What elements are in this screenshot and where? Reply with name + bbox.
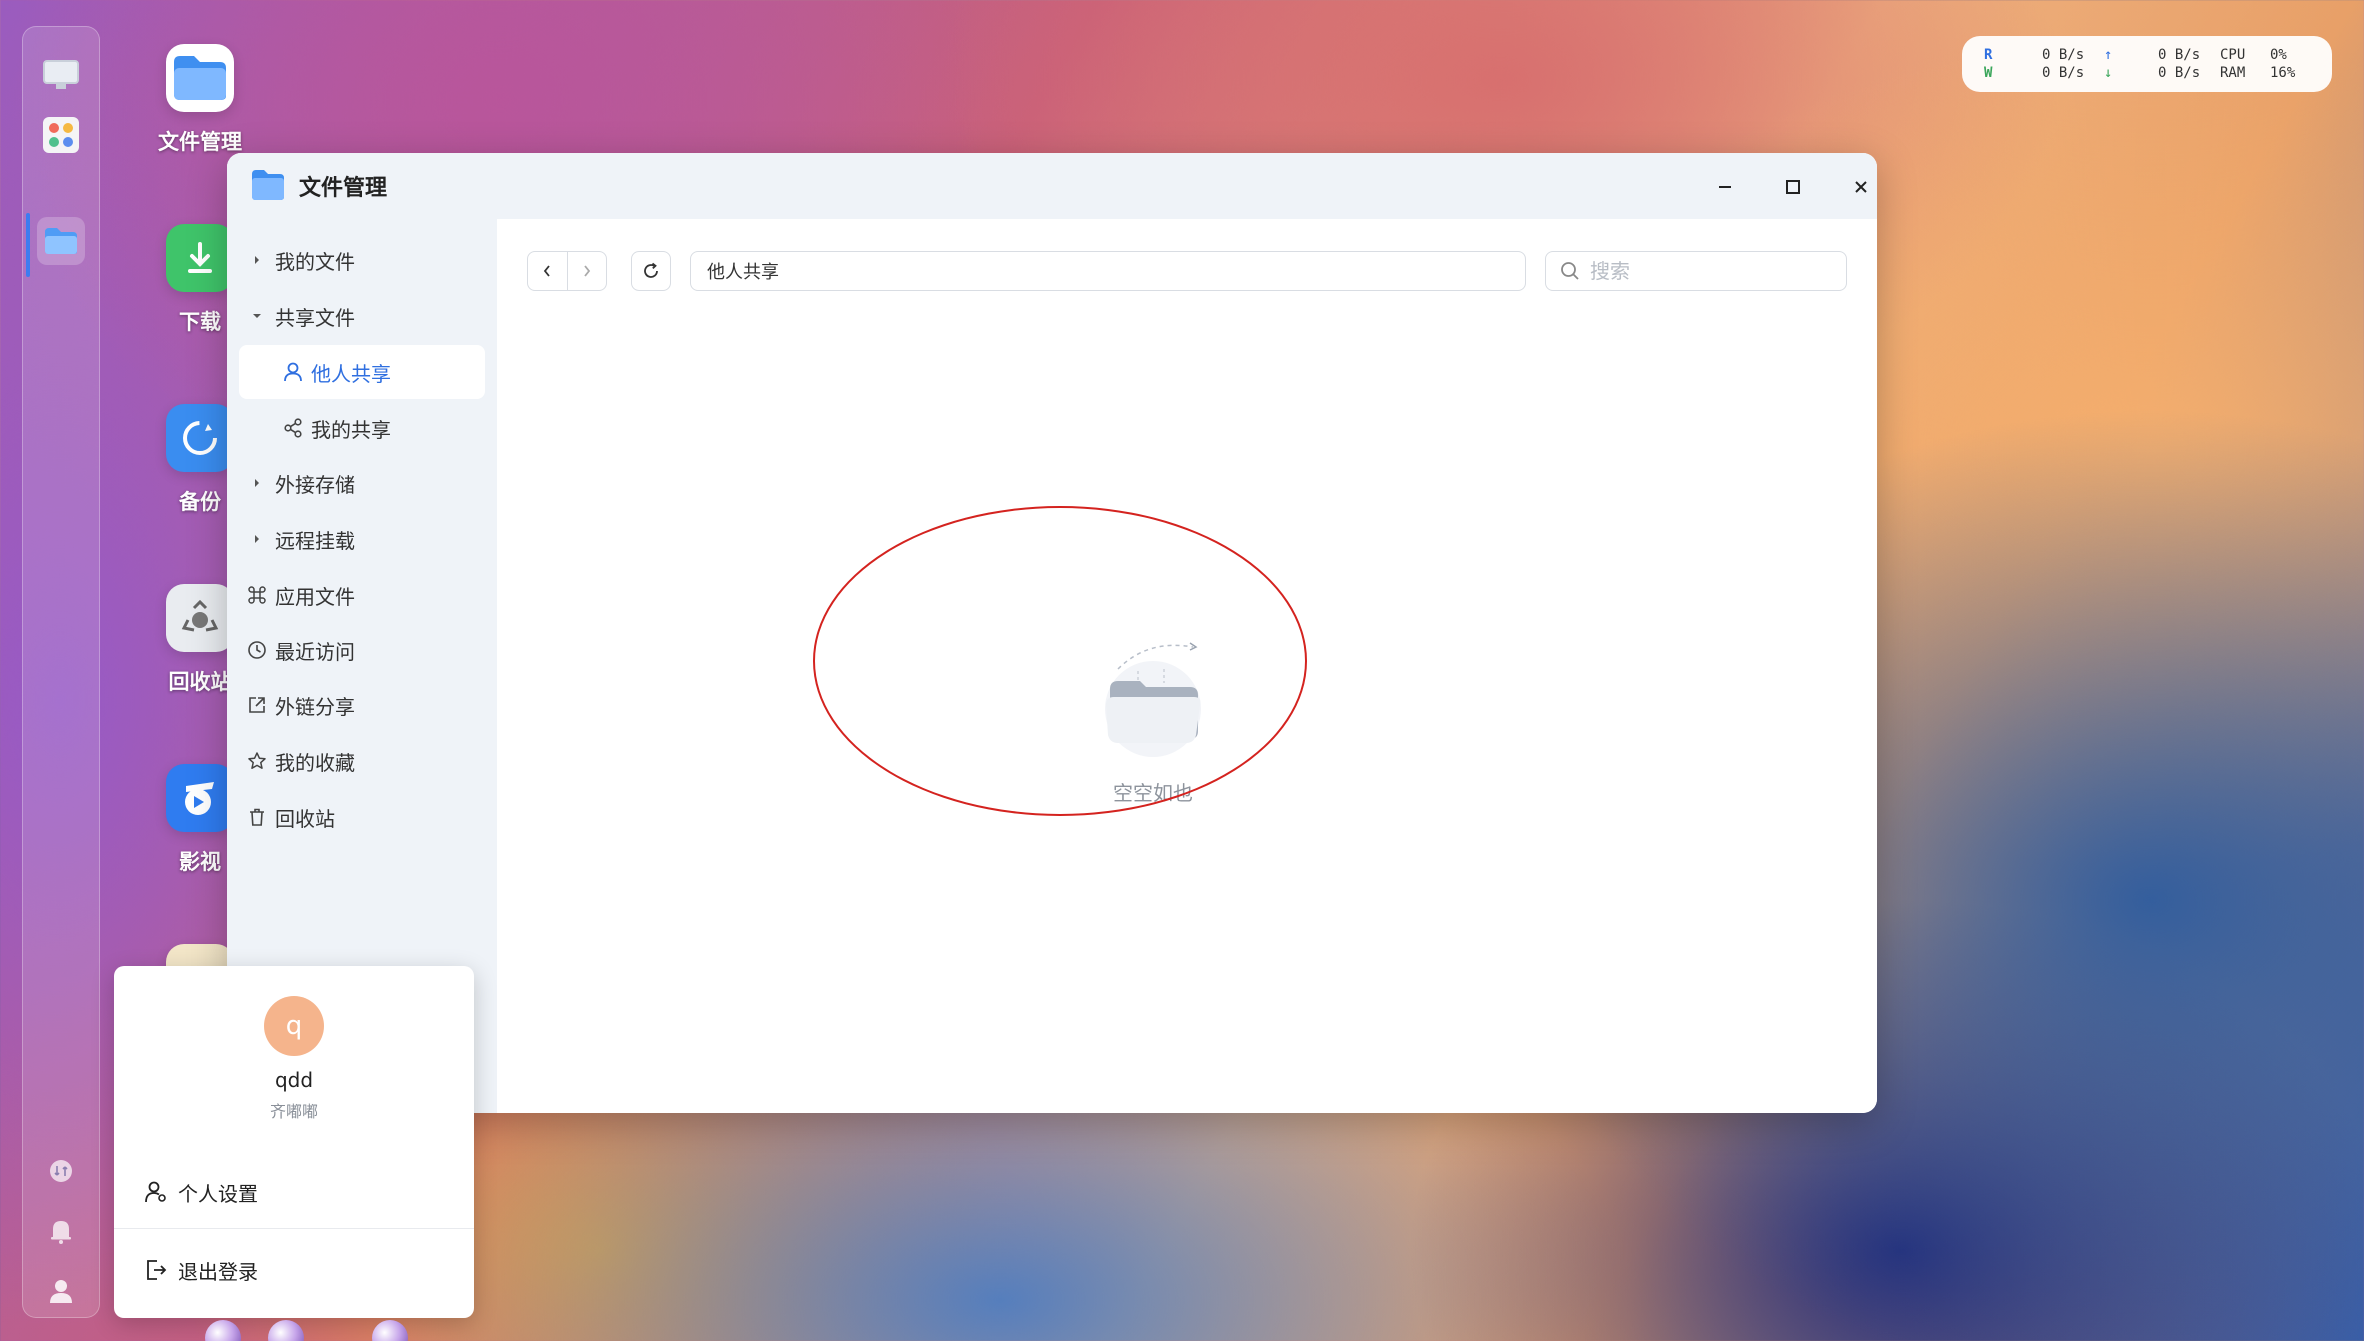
- file-manager-dock-icon[interactable]: [37, 217, 85, 265]
- caret-right-icon: [239, 534, 275, 544]
- command-icon: [239, 585, 275, 605]
- sidebar-item-label: 回收站: [275, 806, 335, 831]
- caret-right-icon: [239, 478, 275, 488]
- logout-label: 退出登录: [178, 1259, 258, 1284]
- star-icon: [239, 751, 275, 771]
- cpu-value: 0%: [2270, 47, 2287, 63]
- user-settings-icon: [144, 1180, 178, 1204]
- share-icon: [275, 418, 311, 438]
- sidebar-item-app-files[interactable]: 应用文件: [239, 568, 485, 622]
- sidebar-item-label: 我的共享: [311, 417, 391, 442]
- upload-arrow-icon: ↑: [2104, 47, 2113, 63]
- user-menu-popover: q qdd 齐嘟嘟 个人设置 退出登录: [114, 966, 474, 1318]
- back-button[interactable]: [528, 252, 567, 290]
- caret-right-icon: [239, 255, 275, 265]
- refresh-icon: [644, 262, 658, 278]
- system-status-widget: R W 0 B/s 0 B/s ↑ ↓ 0 B/s 0 B/s CPU RAM …: [1962, 36, 2332, 92]
- sidebar-item-label: 共享文件: [275, 305, 355, 330]
- external-link-icon: [239, 695, 275, 715]
- clock-icon: [239, 640, 275, 660]
- desktop-app-file-manager[interactable]: 文件管理: [150, 44, 250, 156]
- minimize-icon: [1719, 186, 1731, 188]
- minimize-button[interactable]: [1705, 167, 1745, 207]
- desktop-icon-label: 文件管理: [158, 130, 242, 154]
- decorative-bubble: [205, 1320, 241, 1341]
- sidebar-item-shared-with-me[interactable]: 他人共享: [239, 345, 485, 399]
- read-speed-1: 0 B/s: [2042, 47, 2085, 63]
- download-arrow-icon: ↓: [2104, 65, 2113, 81]
- bell-icon[interactable]: [37, 1207, 85, 1255]
- read-speed-2: 0 B/s: [2158, 47, 2201, 63]
- video-icon: [166, 764, 234, 832]
- refresh-button[interactable]: [631, 251, 671, 291]
- personal-settings-label: 个人设置: [178, 1181, 258, 1206]
- dock: [22, 26, 100, 1318]
- user-icon: [275, 362, 311, 382]
- sidebar-item-recycle-bin[interactable]: 回收站: [239, 790, 485, 844]
- window-title: 文件管理: [299, 176, 388, 201]
- folder-icon: [251, 169, 285, 203]
- file-manager-window: 文件管理 我的文件 共享文件 他人共享 我的共享 外接存储 远程挂载 应用文件 …: [227, 153, 1877, 1113]
- chevron-left-icon: [544, 265, 550, 277]
- active-indicator: [26, 213, 30, 277]
- logout-icon: [144, 1258, 178, 1282]
- user-display-name: 齐嘟嘟: [269, 1102, 318, 1121]
- search-icon: [1561, 262, 1579, 280]
- maximize-button[interactable]: [1773, 167, 1813, 207]
- folder-icon: [166, 44, 234, 112]
- logout-item[interactable]: 退出登录: [144, 1250, 258, 1290]
- recycle-icon: [166, 584, 234, 652]
- sidebar-item-recent[interactable]: 最近访问: [239, 623, 485, 677]
- personal-settings-item[interactable]: 个人设置: [144, 1172, 258, 1212]
- sidebar-item-label: 我的文件: [275, 249, 355, 274]
- sidebar-item-shared-files[interactable]: 共享文件: [239, 289, 485, 343]
- path-input[interactable]: [690, 251, 1526, 291]
- sidebar-item-label: 外链分享: [275, 694, 355, 719]
- backup-icon: [166, 404, 234, 472]
- sidebar-item-label: 他人共享: [311, 361, 391, 386]
- chevron-right-icon: [584, 265, 590, 277]
- sidebar-item-link-share[interactable]: 外链分享: [239, 678, 485, 732]
- close-icon: [1855, 181, 1867, 193]
- app-grid-icon[interactable]: [37, 111, 85, 159]
- sidebar-item-label: 我的收藏: [275, 750, 355, 775]
- annotation-ellipse: [813, 506, 1307, 816]
- sidebar-item-label: 应用文件: [275, 584, 355, 609]
- download-icon: [166, 224, 234, 292]
- decorative-bubble: [268, 1320, 304, 1341]
- sidebar-item-my-shares[interactable]: 我的共享: [239, 401, 485, 455]
- sidebar-item-label: 远程挂载: [275, 528, 355, 553]
- history-nav: [527, 251, 607, 291]
- divider: [114, 1228, 474, 1229]
- user-icon[interactable]: [37, 1267, 85, 1315]
- forward-button[interactable]: [566, 252, 607, 290]
- write-speed-1: 0 B/s: [2042, 65, 2085, 81]
- search-box[interactable]: [1545, 251, 1847, 291]
- write-label: W: [1984, 65, 1993, 81]
- decorative-bubble: [372, 1320, 408, 1341]
- sidebar-item-remote-mount[interactable]: 远程挂载: [239, 512, 485, 566]
- sidebar-item-external-storage[interactable]: 外接存储: [239, 456, 485, 510]
- trash-icon: [239, 807, 275, 827]
- sidebar-item-label: 最近访问: [275, 639, 355, 664]
- ram-value: 16%: [2270, 65, 2296, 81]
- avatar[interactable]: q: [264, 996, 324, 1056]
- desktop-icon[interactable]: [37, 51, 85, 99]
- search-input[interactable]: [1590, 259, 1830, 283]
- sidebar-item-favorites[interactable]: 我的收藏: [239, 734, 485, 788]
- caret-down-icon: [239, 312, 275, 320]
- write-speed-2: 0 B/s: [2158, 65, 2201, 81]
- user-name: qdd: [274, 1068, 314, 1092]
- ram-label: RAM: [2220, 65, 2246, 81]
- sidebar-item-my-files[interactable]: 我的文件: [239, 233, 485, 287]
- sidebar-item-label: 外接存储: [275, 472, 355, 497]
- read-label: R: [1984, 47, 1993, 63]
- sync-icon[interactable]: [37, 1147, 85, 1195]
- window-titlebar[interactable]: 文件管理: [227, 153, 1877, 219]
- cpu-label: CPU: [2220, 47, 2246, 63]
- close-button[interactable]: [1841, 167, 1877, 207]
- maximize-icon: [1786, 180, 1800, 194]
